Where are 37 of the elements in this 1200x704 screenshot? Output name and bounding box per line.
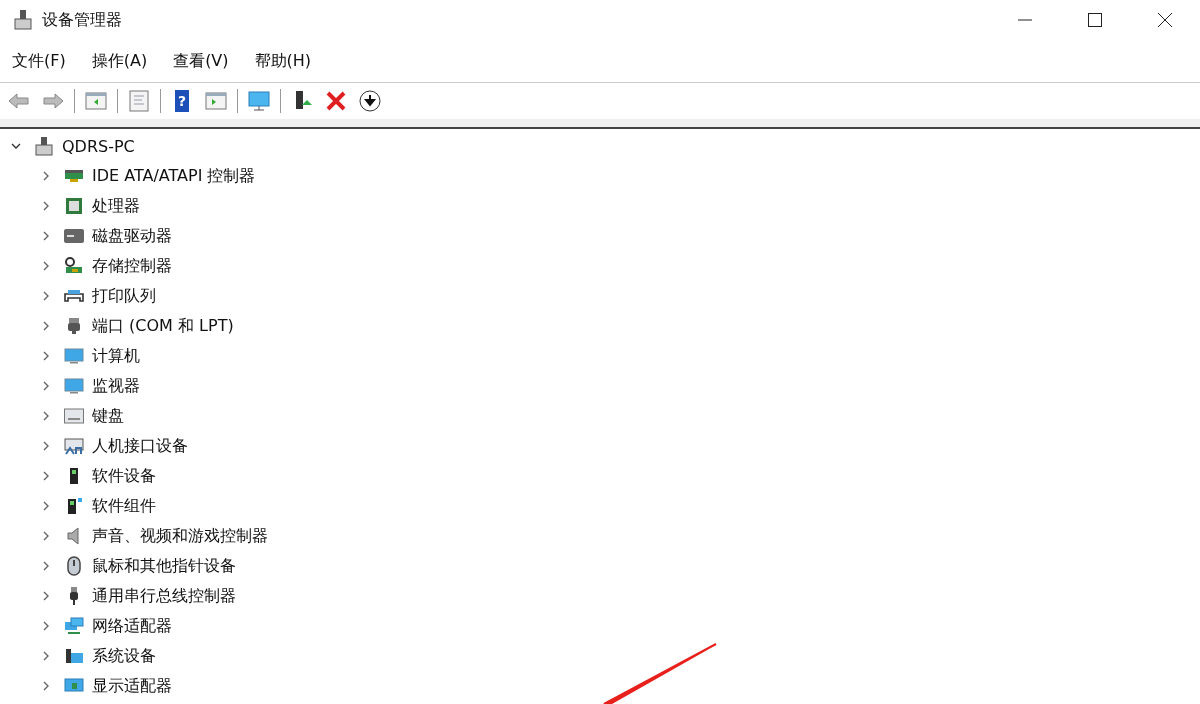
menu-item[interactable]: 文件(F) [4, 46, 74, 76]
maximize-icon [1088, 13, 1102, 27]
monitor-icon [64, 376, 84, 396]
tree-item[interactable]: IDE ATA/ATAPI 控制器 [92, 165, 256, 187]
tree-item[interactable]: 鼠标和其他指针设备 [92, 555, 236, 577]
tree-item[interactable]: 软件设备 [92, 465, 156, 487]
keyboard-icon [64, 406, 84, 426]
tree-item[interactable]: 磁盘驱动器 [92, 225, 172, 247]
window-title: 设备管理器 [42, 9, 122, 31]
tree-item[interactable]: 监视器 [92, 375, 140, 397]
minimize-icon [1018, 19, 1032, 21]
storage-icon [64, 256, 84, 276]
drive-icon [64, 226, 84, 246]
network-icon [64, 616, 84, 636]
tree-item[interactable]: 显示适配器 [92, 675, 172, 697]
tree-item[interactable]: 人机接口设备 [92, 435, 188, 457]
tree-item[interactable]: 计算机 [92, 345, 140, 367]
tree-item[interactable]: QDRS-PC [62, 136, 135, 156]
app-icon [12, 9, 34, 31]
tree-item[interactable]: 软件组件 [92, 495, 156, 517]
tree-item[interactable]: 端口 (COM 和 LPT) [92, 315, 234, 337]
tree-item[interactable]: 打印队列 [92, 285, 156, 307]
tree-item[interactable]: 声音、视频和游戏控制器 [92, 525, 268, 547]
tree-item[interactable]: 系统设备 [92, 645, 156, 667]
mouse-icon [64, 556, 84, 576]
computer-icon [34, 136, 54, 156]
menu-item[interactable]: 操作(A) [83, 46, 156, 76]
chip-icon [64, 196, 84, 216]
monitor-icon [64, 346, 84, 366]
tree-item[interactable]: 网络适配器 [92, 615, 172, 637]
tree-item[interactable]: 存储控制器 [92, 255, 172, 277]
tree-item[interactable]: 通用串行总线控制器 [92, 585, 236, 607]
menu-item[interactable]: 查看(V) [165, 46, 237, 76]
tree-item[interactable]: 键盘 [92, 405, 124, 427]
menu-item[interactable]: 帮助(H) [246, 46, 320, 76]
close-icon [1158, 13, 1172, 27]
tree-item[interactable]: 处理器 [92, 195, 140, 217]
